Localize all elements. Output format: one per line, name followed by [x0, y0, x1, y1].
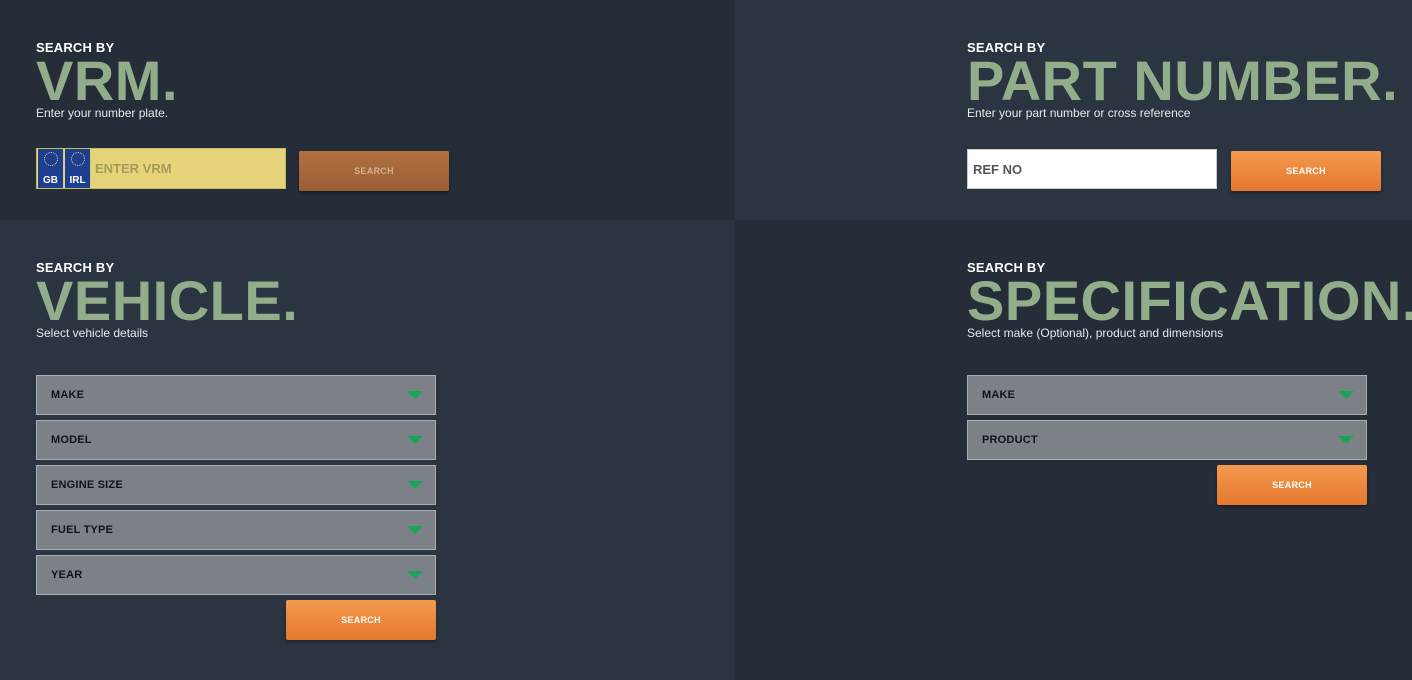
- eu-stars-icon: [70, 152, 85, 166]
- vrm-title: VRM.: [36, 49, 178, 112]
- make-select[interactable]: MAKE: [36, 375, 436, 415]
- spec-search-button[interactable]: SEARCH: [1217, 465, 1367, 505]
- vrm-heading: SEARCH BY VRM. Enter your number plate.: [36, 40, 178, 120]
- chevron-down-icon: [1338, 436, 1354, 444]
- specification-search-panel: SEARCH BY SPECIFICATION. Select make (Op…: [735, 220, 1412, 680]
- fuel-type-select[interactable]: FUEL TYPE: [36, 510, 436, 550]
- vehicle-title: VEHICLE.: [36, 269, 299, 332]
- vrm-subtitle: Enter your number plate.: [36, 106, 169, 120]
- year-select[interactable]: YEAR: [36, 555, 436, 595]
- number-plate-field: GB IRL: [36, 148, 286, 189]
- model-select-label: MODEL: [51, 434, 92, 446]
- part-number-search-panel: SEARCH BY PART NUMBER. Enter your part n…: [735, 0, 1412, 220]
- vehicle-search-panel: SEARCH BY VEHICLE. Select vehicle detail…: [0, 220, 735, 680]
- chevron-down-icon: [407, 571, 423, 579]
- gb-flag-label: GB: [43, 175, 58, 186]
- part-search-button[interactable]: SEARCH: [1231, 151, 1381, 191]
- irl-flag-badge: IRL: [65, 149, 91, 188]
- irl-flag-label: IRL: [69, 175, 86, 186]
- vehicle-heading: SEARCH BY VEHICLE. Select vehicle detail…: [36, 260, 298, 340]
- chevron-down-icon: [407, 481, 423, 489]
- eu-stars-icon: [43, 152, 58, 166]
- vehicle-search-button[interactable]: SEARCH: [286, 600, 436, 640]
- spec-heading: SEARCH BY SPECIFICATION. Select make (Op…: [967, 260, 1412, 340]
- product-select[interactable]: PRODUCT: [967, 420, 1367, 460]
- engine-size-select[interactable]: ENGINE SIZE: [36, 465, 436, 505]
- year-select-label: YEAR: [51, 569, 83, 581]
- gb-flag-badge: GB: [38, 149, 64, 188]
- part-title: PART NUMBER.: [967, 49, 1399, 112]
- chevron-down-icon: [1338, 391, 1354, 399]
- chevron-down-icon: [407, 391, 423, 399]
- spec-make-select[interactable]: MAKE: [967, 375, 1367, 415]
- vrm-search-panel: SEARCH BY VRM. Enter your number plate. …: [0, 0, 735, 220]
- ref-no-input[interactable]: [967, 149, 1217, 189]
- chevron-down-icon: [407, 436, 423, 444]
- vrm-input[interactable]: [91, 149, 285, 188]
- model-select[interactable]: MODEL: [36, 420, 436, 460]
- product-select-label: PRODUCT: [982, 434, 1038, 446]
- chevron-down-icon: [407, 526, 423, 534]
- part-heading: SEARCH BY PART NUMBER. Enter your part n…: [967, 40, 1398, 120]
- vrm-search-button[interactable]: SEARCH: [299, 151, 449, 191]
- make-select-label: MAKE: [51, 389, 85, 401]
- spec-title: SPECIFICATION.: [967, 269, 1412, 332]
- spec-make-select-label: MAKE: [982, 389, 1016, 401]
- engine-size-select-label: ENGINE SIZE: [51, 479, 123, 491]
- fuel-type-select-label: FUEL TYPE: [51, 524, 114, 536]
